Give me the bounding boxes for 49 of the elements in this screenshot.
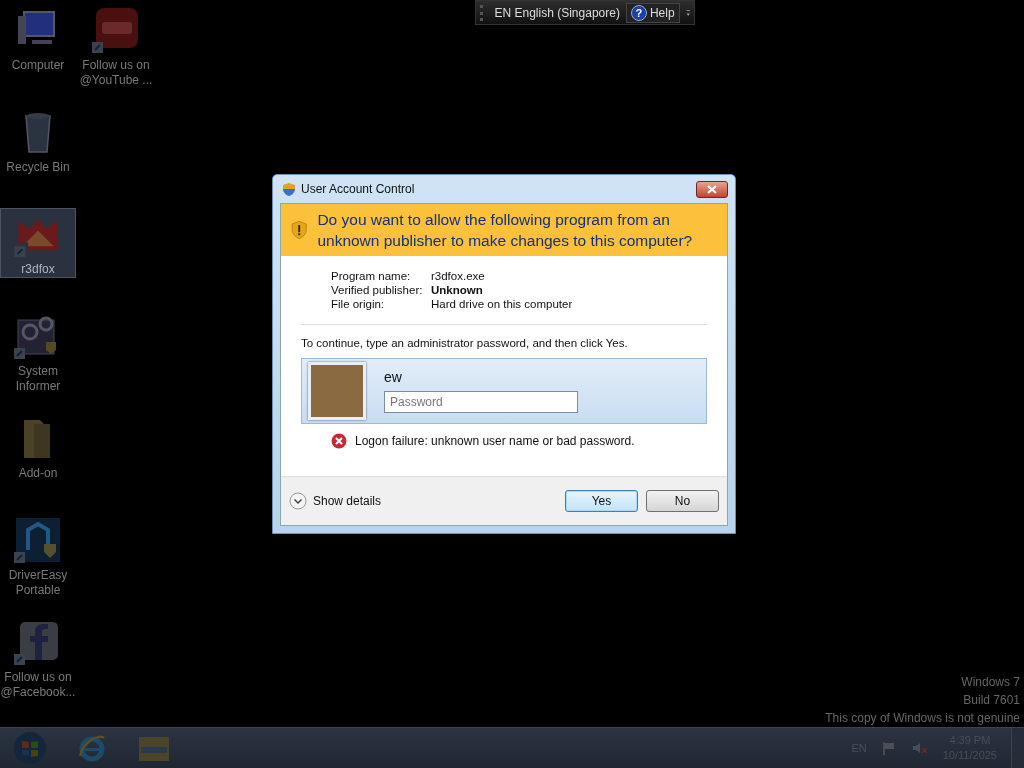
error-icon [331,433,347,449]
help-button[interactable]: ? Help [625,2,680,23]
desktop-icon-label: DriverEasy Portable [7,568,69,598]
error-message: Logon failure: unknown user name or bad password. [355,434,635,448]
close-button[interactable] [696,180,728,198]
window-title: User Account Control [301,182,415,196]
chevron-down-icon [289,492,307,510]
desktop-icon-label: Add-on [17,466,59,481]
desktop-icon[interactable]: DriverEasy Portable [0,514,76,616]
show-desktop-button[interactable] [1011,728,1024,768]
show-details-button[interactable]: Show details [289,492,382,510]
desktop-icon[interactable]: System Informer [0,310,76,412]
watermark-line: This copy of Windows is not genuine [825,710,1020,727]
desktop-icon[interactable]: r3dfox [0,208,76,278]
desktop-icon-label: Computer [10,58,66,73]
flag-icon[interactable] [880,740,897,756]
desktop-icon[interactable]: Recycle Bin [0,106,76,208]
shield-app-icon [14,516,62,564]
language-label[interactable]: EN English (Singapore) [494,5,620,20]
shield-icon [282,182,296,196]
desktop-icon[interactable]: Follow us on @YouTube ... [78,4,154,106]
desktop-icon-label: System Informer [14,364,62,394]
user-picture-placeholder [308,362,366,420]
youtube-icon [92,6,140,54]
desktop-icon[interactable]: Add-on [0,412,76,514]
detail-value: Unknown [431,284,484,296]
dialog-button[interactable]: Yes [565,490,638,512]
password-field[interactable]: Password [384,391,578,413]
question-text: Do you want to allow the following program from an unknown publisher to make changes to this computer? [317,210,694,251]
help-glyph: ? [634,6,644,19]
watermark-line: Windows 7 [961,674,1020,691]
windows-orb-icon [13,731,47,765]
close-icon [707,184,717,194]
desktop-icon[interactable]: Follow us on @Facebook... [0,616,76,718]
detail-value: r3dfox.exe [431,270,486,282]
desktop-icon[interactable]: Computer [0,4,76,106]
desktop-icon-label: Recycle Bin [5,160,71,175]
detail-label: Verified publisher: [331,284,424,296]
instruction-text: To continue, type an administrator password, and then click Yes. [301,337,629,349]
detail-label: Program name: [331,270,412,282]
dialog-button[interactable]: No [646,490,719,512]
detail-value: Hard drive on this computer [431,298,574,310]
desktop-icon-label: Follow us on @YouTube ... [78,58,154,88]
detail-label: File origin: [331,298,386,310]
desktop-icon-label: Follow us on @Facebook... [0,670,77,700]
desktop-icon-label: r3dfox [20,262,56,277]
user-name: ew [384,369,403,385]
watermark-line: Build 7601 [963,692,1020,709]
speaker-muted-icon[interactable] [910,740,929,756]
